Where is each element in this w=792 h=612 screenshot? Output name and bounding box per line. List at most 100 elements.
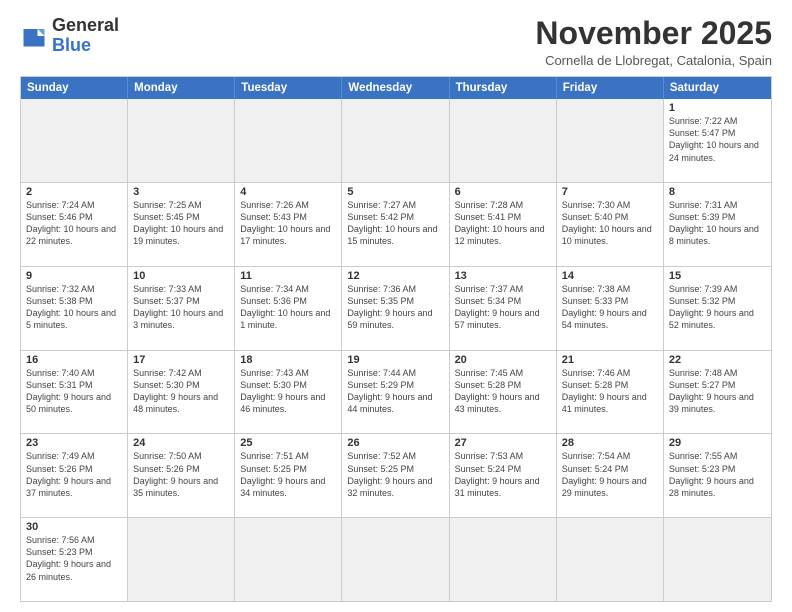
page: General Blue November 2025 Cornella de L…: [0, 0, 792, 612]
day-number: 12: [347, 270, 443, 282]
calendar-cell: [342, 99, 449, 182]
calendar-cell: 12Sunrise: 7:36 AMSunset: 5:35 PMDayligh…: [342, 267, 449, 350]
day-number: 27: [455, 437, 551, 449]
calendar-cell: [664, 518, 771, 601]
calendar-cell: [235, 518, 342, 601]
calendar-cell: 2Sunrise: 7:24 AMSunset: 5:46 PMDaylight…: [21, 183, 128, 266]
calendar-cell: [342, 518, 449, 601]
calendar-cell: 17Sunrise: 7:42 AMSunset: 5:30 PMDayligh…: [128, 351, 235, 434]
calendar-cell: [21, 99, 128, 182]
cell-info: Sunrise: 7:46 AMSunset: 5:28 PMDaylight:…: [562, 367, 658, 416]
cell-info: Sunrise: 7:33 AMSunset: 5:37 PMDaylight:…: [133, 283, 229, 332]
calendar-body: 1Sunrise: 7:22 AMSunset: 5:47 PMDaylight…: [21, 99, 771, 601]
calendar-cell: [128, 518, 235, 601]
calendar-cell: [128, 99, 235, 182]
cell-info: Sunrise: 7:30 AMSunset: 5:40 PMDaylight:…: [562, 199, 658, 248]
calendar-cell: 1Sunrise: 7:22 AMSunset: 5:47 PMDaylight…: [664, 99, 771, 182]
logo-text: General Blue: [52, 16, 119, 56]
cell-info: Sunrise: 7:32 AMSunset: 5:38 PMDaylight:…: [26, 283, 122, 332]
calendar-cell: 28Sunrise: 7:54 AMSunset: 5:24 PMDayligh…: [557, 434, 664, 517]
calendar-cell: 11Sunrise: 7:34 AMSunset: 5:36 PMDayligh…: [235, 267, 342, 350]
calendar-cell: 21Sunrise: 7:46 AMSunset: 5:28 PMDayligh…: [557, 351, 664, 434]
cell-info: Sunrise: 7:48 AMSunset: 5:27 PMDaylight:…: [669, 367, 766, 416]
calendar-cell: 15Sunrise: 7:39 AMSunset: 5:32 PMDayligh…: [664, 267, 771, 350]
cell-info: Sunrise: 7:26 AMSunset: 5:43 PMDaylight:…: [240, 199, 336, 248]
cell-info: Sunrise: 7:25 AMSunset: 5:45 PMDaylight:…: [133, 199, 229, 248]
cell-info: Sunrise: 7:50 AMSunset: 5:26 PMDaylight:…: [133, 450, 229, 499]
week-row-2: 9Sunrise: 7:32 AMSunset: 5:38 PMDaylight…: [21, 266, 771, 350]
month-title: November 2025: [535, 16, 772, 51]
header: General Blue November 2025 Cornella de L…: [20, 16, 772, 68]
day-number: 6: [455, 186, 551, 198]
day-number: 2: [26, 186, 122, 198]
calendar-cell: [235, 99, 342, 182]
day-number: 11: [240, 270, 336, 282]
calendar-cell: 8Sunrise: 7:31 AMSunset: 5:39 PMDaylight…: [664, 183, 771, 266]
cell-info: Sunrise: 7:55 AMSunset: 5:23 PMDaylight:…: [669, 450, 766, 499]
title-block: November 2025 Cornella de Llobregat, Cat…: [535, 16, 772, 68]
cell-info: Sunrise: 7:53 AMSunset: 5:24 PMDaylight:…: [455, 450, 551, 499]
calendar-cell: 3Sunrise: 7:25 AMSunset: 5:45 PMDaylight…: [128, 183, 235, 266]
week-row-1: 2Sunrise: 7:24 AMSunset: 5:46 PMDaylight…: [21, 182, 771, 266]
logo-icon: [20, 22, 48, 50]
day-number: 19: [347, 354, 443, 366]
cell-info: Sunrise: 7:34 AMSunset: 5:36 PMDaylight:…: [240, 283, 336, 332]
calendar-cell: [557, 99, 664, 182]
calendar-cell: 24Sunrise: 7:50 AMSunset: 5:26 PMDayligh…: [128, 434, 235, 517]
calendar-cell: 20Sunrise: 7:45 AMSunset: 5:28 PMDayligh…: [450, 351, 557, 434]
calendar-cell: 22Sunrise: 7:48 AMSunset: 5:27 PMDayligh…: [664, 351, 771, 434]
header-monday: Monday: [128, 77, 235, 99]
week-row-3: 16Sunrise: 7:40 AMSunset: 5:31 PMDayligh…: [21, 350, 771, 434]
day-number: 15: [669, 270, 766, 282]
day-number: 4: [240, 186, 336, 198]
day-number: 22: [669, 354, 766, 366]
cell-info: Sunrise: 7:28 AMSunset: 5:41 PMDaylight:…: [455, 199, 551, 248]
cell-info: Sunrise: 7:43 AMSunset: 5:30 PMDaylight:…: [240, 367, 336, 416]
day-number: 16: [26, 354, 122, 366]
day-number: 20: [455, 354, 551, 366]
calendar-cell: 25Sunrise: 7:51 AMSunset: 5:25 PMDayligh…: [235, 434, 342, 517]
cell-info: Sunrise: 7:36 AMSunset: 5:35 PMDaylight:…: [347, 283, 443, 332]
calendar-cell: 26Sunrise: 7:52 AMSunset: 5:25 PMDayligh…: [342, 434, 449, 517]
week-row-0: 1Sunrise: 7:22 AMSunset: 5:47 PMDaylight…: [21, 99, 771, 182]
cell-info: Sunrise: 7:38 AMSunset: 5:33 PMDaylight:…: [562, 283, 658, 332]
calendar-cell: 19Sunrise: 7:44 AMSunset: 5:29 PMDayligh…: [342, 351, 449, 434]
calendar-cell: 10Sunrise: 7:33 AMSunset: 5:37 PMDayligh…: [128, 267, 235, 350]
cell-info: Sunrise: 7:44 AMSunset: 5:29 PMDaylight:…: [347, 367, 443, 416]
cell-info: Sunrise: 7:22 AMSunset: 5:47 PMDaylight:…: [669, 115, 766, 164]
cell-info: Sunrise: 7:56 AMSunset: 5:23 PMDaylight:…: [26, 534, 122, 583]
day-number: 29: [669, 437, 766, 449]
calendar-cell: 16Sunrise: 7:40 AMSunset: 5:31 PMDayligh…: [21, 351, 128, 434]
week-row-4: 23Sunrise: 7:49 AMSunset: 5:26 PMDayligh…: [21, 433, 771, 517]
calendar-cell: 4Sunrise: 7:26 AMSunset: 5:43 PMDaylight…: [235, 183, 342, 266]
day-number: 1: [669, 102, 766, 114]
calendar-header: Sunday Monday Tuesday Wednesday Thursday…: [21, 77, 771, 99]
calendar-cell: [450, 99, 557, 182]
cell-info: Sunrise: 7:54 AMSunset: 5:24 PMDaylight:…: [562, 450, 658, 499]
calendar-cell: 23Sunrise: 7:49 AMSunset: 5:26 PMDayligh…: [21, 434, 128, 517]
cell-info: Sunrise: 7:45 AMSunset: 5:28 PMDaylight:…: [455, 367, 551, 416]
day-number: 30: [26, 521, 122, 533]
day-number: 21: [562, 354, 658, 366]
header-sunday: Sunday: [21, 77, 128, 99]
calendar-cell: 14Sunrise: 7:38 AMSunset: 5:33 PMDayligh…: [557, 267, 664, 350]
calendar-cell: 18Sunrise: 7:43 AMSunset: 5:30 PMDayligh…: [235, 351, 342, 434]
calendar-cell: 9Sunrise: 7:32 AMSunset: 5:38 PMDaylight…: [21, 267, 128, 350]
calendar-cell: 30Sunrise: 7:56 AMSunset: 5:23 PMDayligh…: [21, 518, 128, 601]
day-number: 13: [455, 270, 551, 282]
day-number: 26: [347, 437, 443, 449]
calendar-cell: [557, 518, 664, 601]
cell-info: Sunrise: 7:39 AMSunset: 5:32 PMDaylight:…: [669, 283, 766, 332]
week-row-5: 30Sunrise: 7:56 AMSunset: 5:23 PMDayligh…: [21, 517, 771, 601]
day-number: 3: [133, 186, 229, 198]
cell-info: Sunrise: 7:24 AMSunset: 5:46 PMDaylight:…: [26, 199, 122, 248]
day-number: 8: [669, 186, 766, 198]
cell-info: Sunrise: 7:51 AMSunset: 5:25 PMDaylight:…: [240, 450, 336, 499]
calendar-cell: 7Sunrise: 7:30 AMSunset: 5:40 PMDaylight…: [557, 183, 664, 266]
header-saturday: Saturday: [664, 77, 771, 99]
header-friday: Friday: [557, 77, 664, 99]
day-number: 23: [26, 437, 122, 449]
day-number: 5: [347, 186, 443, 198]
day-number: 7: [562, 186, 658, 198]
location: Cornella de Llobregat, Catalonia, Spain: [535, 53, 772, 68]
